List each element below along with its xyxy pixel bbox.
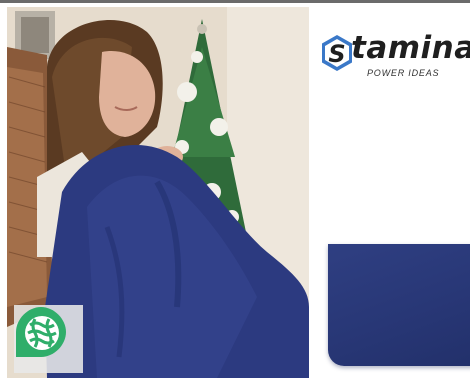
- knit-texture-badge: [14, 305, 83, 373]
- knit-texture-badge-icon: [16, 307, 66, 357]
- brand-name: tamina: [351, 30, 470, 66]
- top-border: [0, 0, 470, 3]
- brand-tagline: POWER IDEAS: [367, 68, 440, 78]
- brand-logo: S tamina POWER IDEAS: [318, 30, 470, 90]
- blanket-corner-swatch: [318, 238, 470, 378]
- logo-letter: S: [328, 40, 345, 68]
- product-photo: [7, 7, 309, 378]
- brand-hexagon-icon: S: [322, 35, 352, 71]
- blanket-swatch-fabric: [328, 244, 470, 366]
